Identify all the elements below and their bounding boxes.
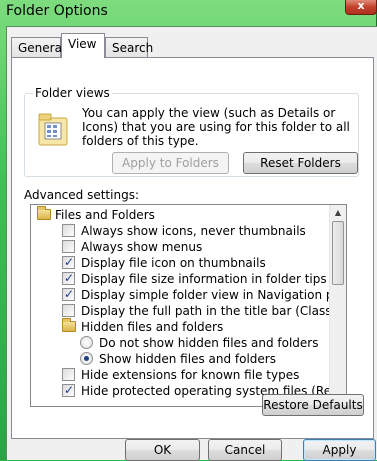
advanced-settings-label: Advanced settings: xyxy=(24,188,139,202)
view-tab-panel: Folder views You can apply the view (suc… xyxy=(11,57,374,439)
title-bar[interactable]: Folder Options x xyxy=(0,0,377,26)
check-icon: ✓ xyxy=(64,271,75,285)
check-icon: ✓ xyxy=(64,383,75,397)
list-item-label: Display file icon on thumbnails xyxy=(81,256,266,270)
tab-search[interactable]: Search xyxy=(105,37,153,58)
checkbox-checked[interactable]: ✓ xyxy=(62,383,75,397)
scroll-up-icon[interactable]: ▲ xyxy=(330,205,346,221)
restore-defaults-button[interactable]: Restore Defaults xyxy=(262,394,364,416)
list-item-label: Files and Folders xyxy=(55,208,155,222)
folder-views-group: Folder views You can apply the view (suc… xyxy=(24,86,359,177)
list-item-label: Always show menus xyxy=(81,240,203,254)
folder-icon xyxy=(62,318,76,332)
folder-icon xyxy=(37,206,51,220)
tab-view-label: View xyxy=(68,37,97,51)
list-item-label: Always show icons, never thumbnails xyxy=(81,224,306,238)
tab-general[interactable]: General xyxy=(11,37,65,58)
checkbox[interactable] xyxy=(62,240,75,253)
reset-folders-button[interactable]: Reset Folders xyxy=(243,152,358,174)
close-icon: x xyxy=(357,0,365,12)
folder-views-title: Folder views xyxy=(33,86,112,100)
radio-dot-icon xyxy=(84,356,89,361)
radio-button-selected[interactable] xyxy=(80,352,93,365)
scroll-thumb[interactable] xyxy=(332,221,344,285)
checkbox[interactable] xyxy=(62,304,75,317)
cancel-button[interactable]: Cancel xyxy=(208,439,282,461)
check-icon: ✓ xyxy=(64,255,75,269)
tab-general-label: General xyxy=(18,41,66,55)
tab-search-label: Search xyxy=(112,41,154,55)
radio-button[interactable] xyxy=(80,336,93,349)
check-icon: ✓ xyxy=(64,287,75,301)
ok-button[interactable]: OK xyxy=(125,439,200,461)
window-frame: Folder Options x General View Search Fol… xyxy=(0,0,377,461)
folder-views-description: You can apply the view (such as Details … xyxy=(82,106,350,148)
list-item-label: Display the full path in the title bar (… xyxy=(81,304,346,318)
folder-view-icon xyxy=(38,113,68,146)
checkbox-checked[interactable]: ✓ xyxy=(62,271,75,285)
list-item-label: Hidden files and folders xyxy=(81,320,224,334)
checkbox-checked[interactable]: ✓ xyxy=(62,287,75,301)
dialog-client: General View Search Folder views You can… xyxy=(6,26,377,461)
tab-view[interactable]: View xyxy=(61,33,105,58)
apply-button[interactable]: Apply xyxy=(303,439,376,461)
list-item-label: Display file size information in folder … xyxy=(81,272,327,286)
checkbox-checked[interactable]: ✓ xyxy=(62,255,75,269)
apply-to-folders-button[interactable]: Apply to Folders xyxy=(112,152,229,174)
checkbox[interactable] xyxy=(62,224,75,237)
list-item-label: Hide extensions for known file types xyxy=(81,368,300,382)
window-title: Folder Options xyxy=(6,3,108,19)
list-item-label: Do not show hidden files and folders xyxy=(99,336,319,350)
list-item-label: Show hidden files and folders xyxy=(99,352,276,366)
checkbox[interactable] xyxy=(62,368,75,381)
advanced-settings-list[interactable]: Files and Folders Always show icons, nev… xyxy=(30,204,347,407)
vertical-scrollbar[interactable]: ▲ ▼ xyxy=(329,205,346,406)
list-item-label: Display simple folder view in Navigation… xyxy=(81,288,347,302)
close-button[interactable]: x xyxy=(345,0,377,15)
